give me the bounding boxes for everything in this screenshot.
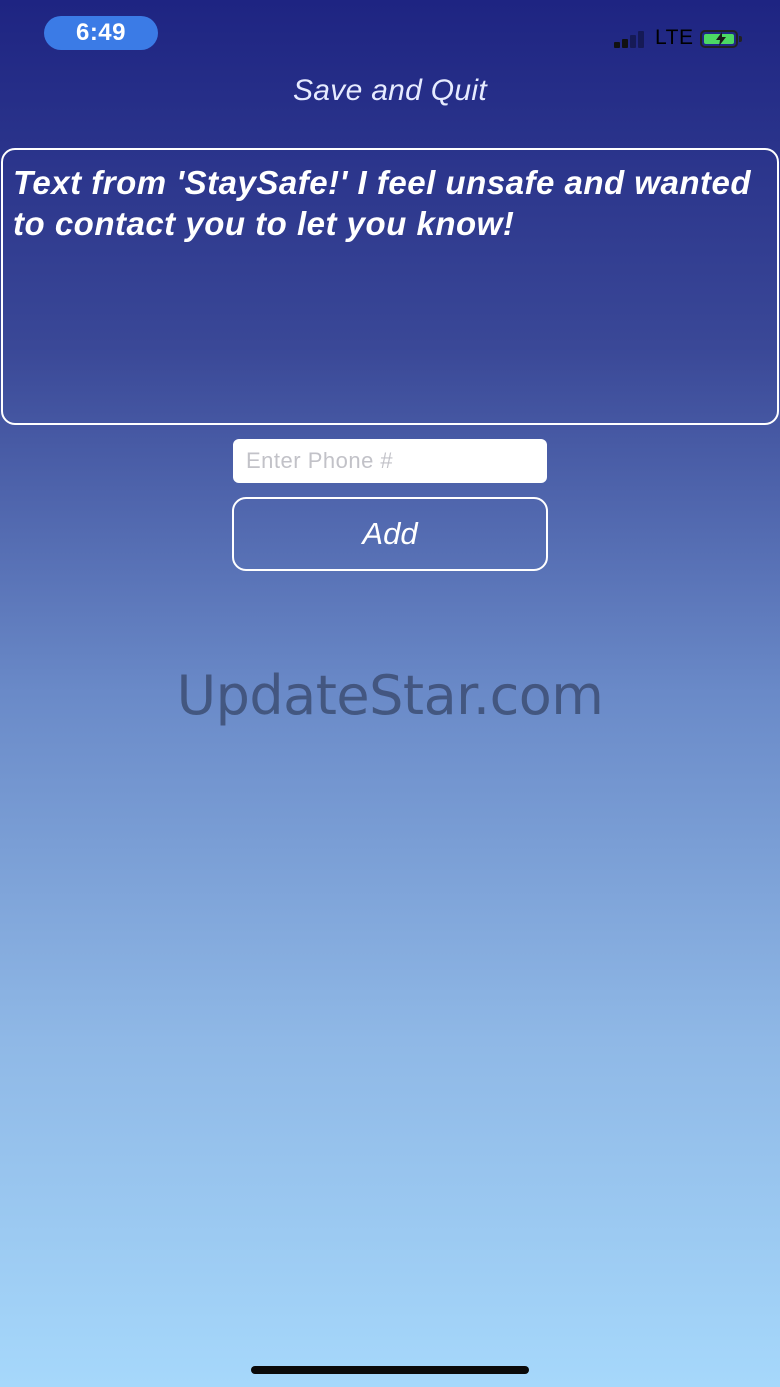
status-time[interactable]: 6:49 bbox=[44, 16, 158, 50]
cellular-signal-icon bbox=[614, 31, 652, 48]
add-button[interactable]: Add bbox=[232, 497, 548, 571]
battery-charging-icon bbox=[700, 30, 742, 48]
home-indicator[interactable] bbox=[251, 1366, 529, 1374]
charging-bolt-icon bbox=[716, 32, 726, 46]
network-type-label: LTE bbox=[655, 26, 694, 49]
status-bar: 6:49 LTE bbox=[0, 0, 780, 70]
message-text-area[interactable]: Text from 'StaySafe!' I feel unsafe and … bbox=[1, 148, 779, 425]
phone-number-input[interactable] bbox=[233, 439, 547, 483]
watermark-text: UpdateStar.com bbox=[176, 664, 604, 727]
save-and-quit-button[interactable]: Save and Quit bbox=[0, 74, 780, 108]
